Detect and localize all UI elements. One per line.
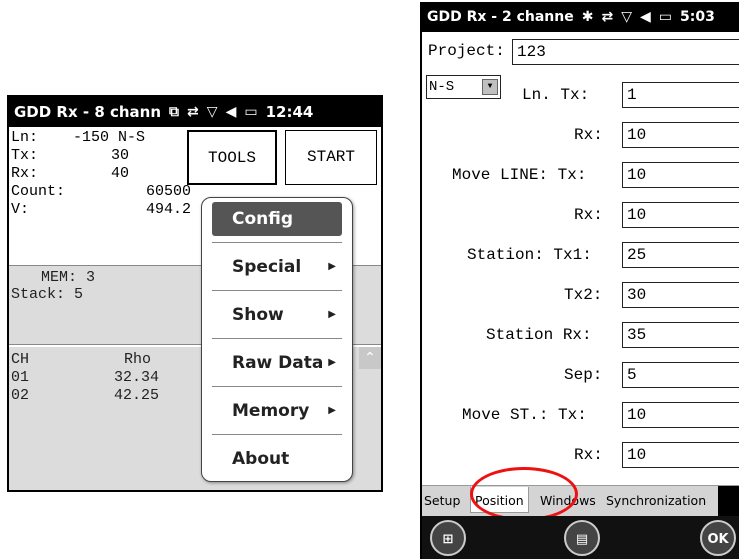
ln-value: -150 N-S <box>73 129 146 146</box>
no-signal-icon: ▽ <box>621 9 632 25</box>
scroll-up-icon[interactable]: ⌃ <box>359 347 381 369</box>
left-clock: 12:44 <box>265 103 314 121</box>
ln-rx-label: Rx: <box>574 126 603 144</box>
station-rx-label: Station Rx: <box>486 326 592 344</box>
sep-input[interactable]: 5 <box>622 362 739 388</box>
move-line-rx-input[interactable]: 10 <box>622 202 739 228</box>
tab-setup[interactable]: Setup <box>424 493 460 508</box>
count-value: 60500 <box>146 183 192 200</box>
station-tx2-input[interactable]: 30 <box>622 282 739 308</box>
menu-item-label: About <box>232 449 290 469</box>
sync-icon: ⧉ <box>169 104 180 120</box>
highlight-ring <box>470 467 578 521</box>
ok-button[interactable]: OK <box>700 520 736 556</box>
right-clock: 5:03 <box>680 9 715 25</box>
menu-item-label: Show <box>232 305 284 325</box>
battery-icon: ▭ <box>658 9 672 25</box>
tab-synchronization[interactable]: Synchronization <box>606 493 706 508</box>
table-row-ch: 02 <box>11 387 30 404</box>
move-st-rx-label: Rx: <box>574 446 603 464</box>
table-row-ch: 01 <box>11 369 30 386</box>
mem-status: MEM: 3 <box>41 269 96 286</box>
direction-value: N-S <box>429 79 455 95</box>
count-label: Count: <box>11 183 66 200</box>
move-st-tx-label: Move ST.: Tx: <box>462 406 587 424</box>
menu-item-about[interactable]: About <box>212 442 342 476</box>
menu-item-show[interactable]: Show ▶ <box>212 298 342 332</box>
volume-icon: ◀ <box>639 9 651 25</box>
menu-item-special[interactable]: Special ▶ <box>212 250 342 284</box>
right-device-screen: GDD Rx - 2 channe ✱ ⇄ ▽ ◀ ▭ 5:03 Project… <box>420 2 739 559</box>
station-tx1-label: Station: Tx1: <box>467 246 592 264</box>
direction-dropdown[interactable]: N-S ▼ <box>426 75 501 99</box>
measurement-info: Ln: -150 N-S Tx: 30 Rx: 40 Count: 60500 V: 49… <box>11 129 201 219</box>
menu-divider <box>212 386 342 387</box>
v-label: V: <box>11 201 30 218</box>
tx-label: Tx: <box>11 147 39 164</box>
volume-icon: ◀ <box>225 104 237 120</box>
project-label: Project: <box>428 42 505 60</box>
right-title-bar: GDD Rx - 2 channe ✱ ⇄ ▽ ◀ ▭ 5:03 <box>422 2 739 32</box>
rx-value: 40 <box>111 165 130 182</box>
rho-header: Rho <box>124 351 152 368</box>
ln-tx-input[interactable]: 1 <box>622 82 739 108</box>
left-window-title: GDD Rx - 8 chann <box>14 103 162 121</box>
dropdown-arrow-icon[interactable]: ▼ <box>482 79 498 95</box>
connectivity-icon: ⇄ <box>187 104 199 120</box>
move-st-tx-input[interactable]: 10 <box>622 402 739 428</box>
submenu-arrow-icon: ▶ <box>328 261 336 272</box>
ln-label: Ln: <box>11 129 39 146</box>
tab-scroll-area <box>718 486 739 516</box>
left-device-screen: GDD Rx - 8 chann ⧉ ⇄ ▽ ◀ ▭ 12:44 Ln: -150… <box>7 95 383 492</box>
ch-header: CH <box>11 351 30 368</box>
station-rx-input[interactable]: 35 <box>622 322 739 348</box>
project-input[interactable]: 123 <box>512 39 739 65</box>
menu-item-label: Config <box>232 209 294 229</box>
menu-item-label: Raw Data <box>232 353 324 373</box>
left-title-bar: GDD Rx - 8 chann ⧉ ⇄ ▽ ◀ ▭ 12:44 <box>9 97 381 127</box>
menu-divider <box>212 242 342 243</box>
windows-start-icon[interactable]: ⊞ <box>430 520 466 556</box>
menu-item-label: Memory <box>232 401 310 421</box>
station-tx2-label: Tx2: <box>564 286 603 304</box>
menu-divider <box>212 338 342 339</box>
tx-value: 30 <box>111 147 130 164</box>
tools-popup-menu: Config Special ▶ Show ▶ Raw Data ▶ Memory ▶ … <box>201 197 353 482</box>
submenu-arrow-icon: ▶ <box>328 357 336 368</box>
menu-item-config[interactable]: Config <box>212 202 342 236</box>
stack-status: Stack: 5 <box>11 286 84 303</box>
connectivity-icon: ⇄ <box>601 9 614 25</box>
menu-divider <box>212 434 342 435</box>
bluetooth-icon: ✱ <box>581 9 594 25</box>
rx-label: Rx: <box>11 165 39 182</box>
move-line-tx-label: Move LINE: Tx: <box>452 166 587 184</box>
battery-icon: ▭ <box>244 104 258 120</box>
menu-item-raw-data[interactable]: Raw Data ▶ <box>212 346 342 380</box>
menu-item-label: Special <box>232 257 302 277</box>
tools-button[interactable]: TOOLS <box>187 130 277 185</box>
table-row-rho: 32.34 <box>114 369 160 386</box>
sep-label: Sep: <box>564 366 603 384</box>
station-tx1-input[interactable]: 25 <box>622 242 739 268</box>
v-value: 494.2 <box>146 201 192 218</box>
table-row-rho: 42.25 <box>114 387 160 404</box>
move-st-rx-input[interactable]: 10 <box>622 442 739 468</box>
submenu-arrow-icon: ▶ <box>328 309 336 320</box>
ln-tx-label: Ln. Tx: <box>522 86 590 104</box>
no-signal-icon: ▽ <box>206 104 218 120</box>
system-bottom-bar: ⊞ ▤ OK <box>422 516 739 559</box>
start-button[interactable]: START <box>285 130 377 185</box>
menu-divider <box>212 290 342 291</box>
move-line-rx-label: Rx: <box>574 206 603 224</box>
ln-rx-input[interactable]: 10 <box>622 122 739 148</box>
menu-item-memory[interactable]: Memory ▶ <box>212 394 342 428</box>
keyboard-icon[interactable]: ▤ <box>564 520 600 556</box>
move-line-tx-input[interactable]: 10 <box>622 162 739 188</box>
right-window-title: GDD Rx - 2 channe <box>427 9 574 25</box>
submenu-arrow-icon: ▶ <box>328 405 336 416</box>
